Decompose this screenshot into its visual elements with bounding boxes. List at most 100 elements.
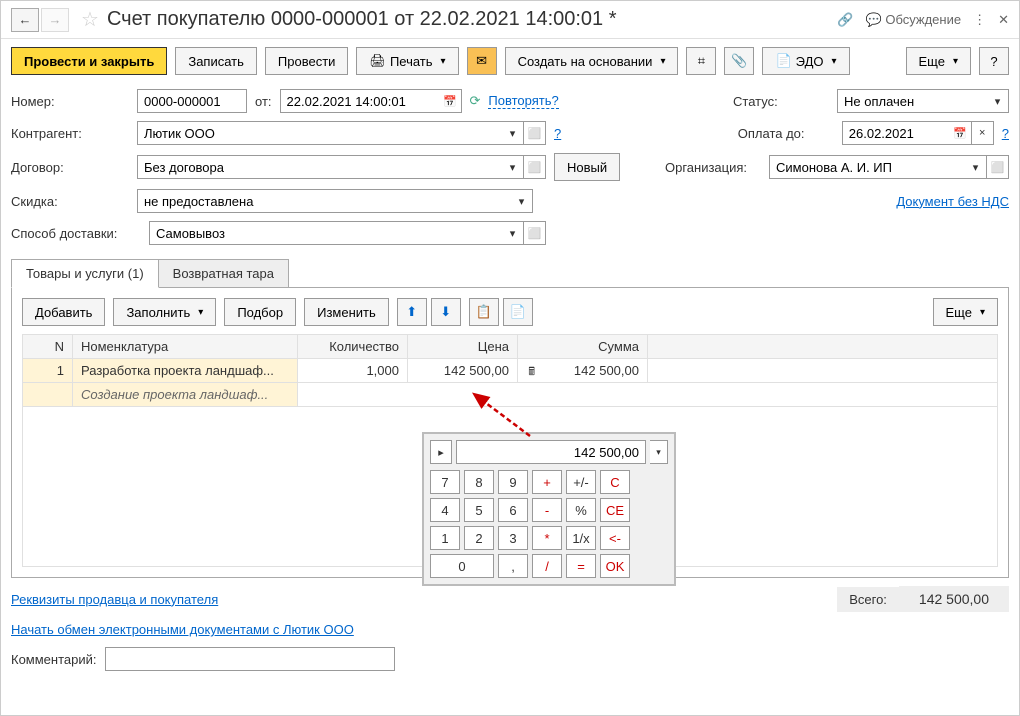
calc-display[interactable]: [456, 440, 646, 464]
counterparty-dropdown-icon[interactable]: ▾: [502, 121, 524, 145]
col-nom: Номенклатура: [73, 335, 298, 359]
discount-dropdown-icon[interactable]: ▾: [511, 189, 533, 213]
status-label: Статус:: [733, 94, 829, 109]
calc-key-CE[interactable]: CE: [600, 498, 630, 522]
edo-start-link[interactable]: Начать обмен электронными документами с …: [11, 622, 354, 637]
calc-key-0[interactable]: 0: [430, 554, 494, 578]
print-button[interactable]: 🖨 Печать: [356, 47, 458, 75]
calc-key--[interactable]: -: [532, 498, 562, 522]
counterparty-help[interactable]: ?: [554, 126, 561, 141]
calc-key-1/x[interactable]: 1/x: [566, 526, 596, 550]
edit-button[interactable]: Изменить: [304, 298, 389, 326]
post-close-button[interactable]: Провести и закрыть: [11, 47, 167, 75]
post-button[interactable]: Провести: [265, 47, 349, 75]
payment-help[interactable]: ?: [1002, 126, 1009, 141]
save-button[interactable]: Записать: [175, 47, 257, 75]
calc-key-*[interactable]: *: [532, 526, 562, 550]
counterparty-input[interactable]: [137, 121, 502, 145]
doc-no-vat-link[interactable]: Документ без НДС: [896, 194, 1009, 209]
email-button[interactable]: ✉: [467, 47, 497, 75]
create-based-button[interactable]: Создать на основании: [505, 47, 679, 75]
calc-key-7[interactable]: 7: [430, 470, 460, 494]
tab-returnable[interactable]: Возвратная тара: [158, 259, 289, 288]
calendar-icon[interactable]: 📅: [440, 89, 462, 113]
discount-label: Скидка:: [11, 194, 129, 209]
help-button[interactable]: ?: [979, 47, 1009, 75]
attach-button[interactable]: 📎: [724, 47, 754, 75]
org-open-icon[interactable]: ⬜: [987, 155, 1009, 179]
move-down-button[interactable]: ⬇: [431, 298, 461, 326]
move-up-button[interactable]: ⬆: [397, 298, 427, 326]
delivery-input[interactable]: [149, 221, 502, 245]
status-input[interactable]: [837, 89, 987, 113]
copy-button[interactable]: 📋: [469, 298, 499, 326]
contract-open-icon[interactable]: ⬜: [524, 155, 546, 179]
contract-label: Договор:: [11, 160, 129, 175]
calc-key-%[interactable]: %: [566, 498, 596, 522]
fill-button[interactable]: Заполнить: [113, 298, 216, 326]
payment-label: Оплата до:: [738, 126, 834, 141]
page-title: Счет покупателю 0000-000001 от 22.02.202…: [107, 8, 829, 31]
calc-key-9[interactable]: 9: [498, 470, 528, 494]
calc-key-OK[interactable]: OK: [600, 554, 630, 578]
repeat-icon[interactable]: ⟳: [470, 93, 481, 109]
org-input[interactable]: [769, 155, 965, 179]
calculator-popup: ▸ ▾ 789++/-C 456-%CE 123*1/x<- 0,/=OK: [422, 432, 676, 586]
more-button[interactable]: Еще: [906, 47, 971, 75]
calc-key-+/-[interactable]: +/-: [566, 470, 596, 494]
calc-key-+[interactable]: +: [532, 470, 562, 494]
table-row[interactable]: 1 Разработка проекта ландшаф... 1,000 14…: [23, 359, 998, 383]
discuss-link[interactable]: 💬 Обсуждение: [866, 12, 962, 28]
delivery-label: Способ доставки:: [11, 226, 141, 241]
add-button[interactable]: Добавить: [22, 298, 105, 326]
payment-calendar-icon[interactable]: 📅: [950, 121, 972, 145]
back-button[interactable]: ←: [11, 8, 39, 32]
star-icon[interactable]: ☆: [81, 7, 99, 32]
seller-buyer-link[interactable]: Реквизиты продавца и покупателя: [11, 592, 218, 607]
tab-goods[interactable]: Товары и услуги (1): [11, 259, 159, 288]
calc-display-dropdown[interactable]: ▾: [650, 440, 668, 464]
from-label: от:: [255, 94, 272, 109]
calc-key-6[interactable]: 6: [498, 498, 528, 522]
table-more-button[interactable]: Еще: [933, 298, 998, 326]
edo-button[interactable]: 📄 ЭДО: [762, 47, 849, 75]
calc-key-C[interactable]: C: [600, 470, 630, 494]
calc-key-4[interactable]: 4: [430, 498, 460, 522]
calc-key-,[interactable]: ,: [498, 554, 528, 578]
calc-key-<-[interactable]: <-: [600, 526, 630, 550]
counterparty-open-icon[interactable]: ⬜: [524, 121, 546, 145]
total-value: 142 500,00: [899, 586, 1009, 612]
calc-key-=[interactable]: =: [566, 554, 596, 578]
delivery-open-icon[interactable]: ⬜: [524, 221, 546, 245]
payment-clear-icon[interactable]: ×: [972, 121, 994, 145]
calc-expand-icon[interactable]: ▸: [430, 440, 452, 464]
date-input[interactable]: [280, 89, 440, 113]
counterparty-label: Контрагент:: [11, 126, 129, 141]
contract-input[interactable]: [137, 155, 502, 179]
discount-input[interactable]: [137, 189, 511, 213]
org-dropdown-icon[interactable]: ▾: [965, 155, 987, 179]
forward-button[interactable]: →: [41, 8, 69, 32]
delivery-dropdown-icon[interactable]: ▾: [502, 221, 524, 245]
contract-dropdown-icon[interactable]: ▾: [502, 155, 524, 179]
col-qty: Количество: [298, 335, 408, 359]
more-menu-icon[interactable]: ⋮: [973, 12, 986, 28]
number-input[interactable]: [137, 89, 247, 113]
status-dropdown-icon[interactable]: ▾: [987, 89, 1009, 113]
calc-key-3[interactable]: 3: [498, 526, 528, 550]
comment-input[interactable]: [105, 647, 395, 671]
calc-key-5[interactable]: 5: [464, 498, 494, 522]
close-icon[interactable]: ✕: [998, 12, 1009, 28]
calculator-icon[interactable]: 🖩: [528, 363, 535, 382]
calc-key-1[interactable]: 1: [430, 526, 460, 550]
link-icon[interactable]: 🔗: [837, 12, 853, 28]
pick-button[interactable]: Подбор: [224, 298, 296, 326]
paste-button[interactable]: 📄: [503, 298, 533, 326]
structure-button[interactable]: ⌗: [686, 47, 716, 75]
calc-key-/[interactable]: /: [532, 554, 562, 578]
payment-date-input[interactable]: [842, 121, 950, 145]
calc-key-8[interactable]: 8: [464, 470, 494, 494]
calc-key-2[interactable]: 2: [464, 526, 494, 550]
new-contract-button[interactable]: Новый: [554, 153, 620, 181]
repeat-link[interactable]: Повторять?: [488, 93, 558, 109]
